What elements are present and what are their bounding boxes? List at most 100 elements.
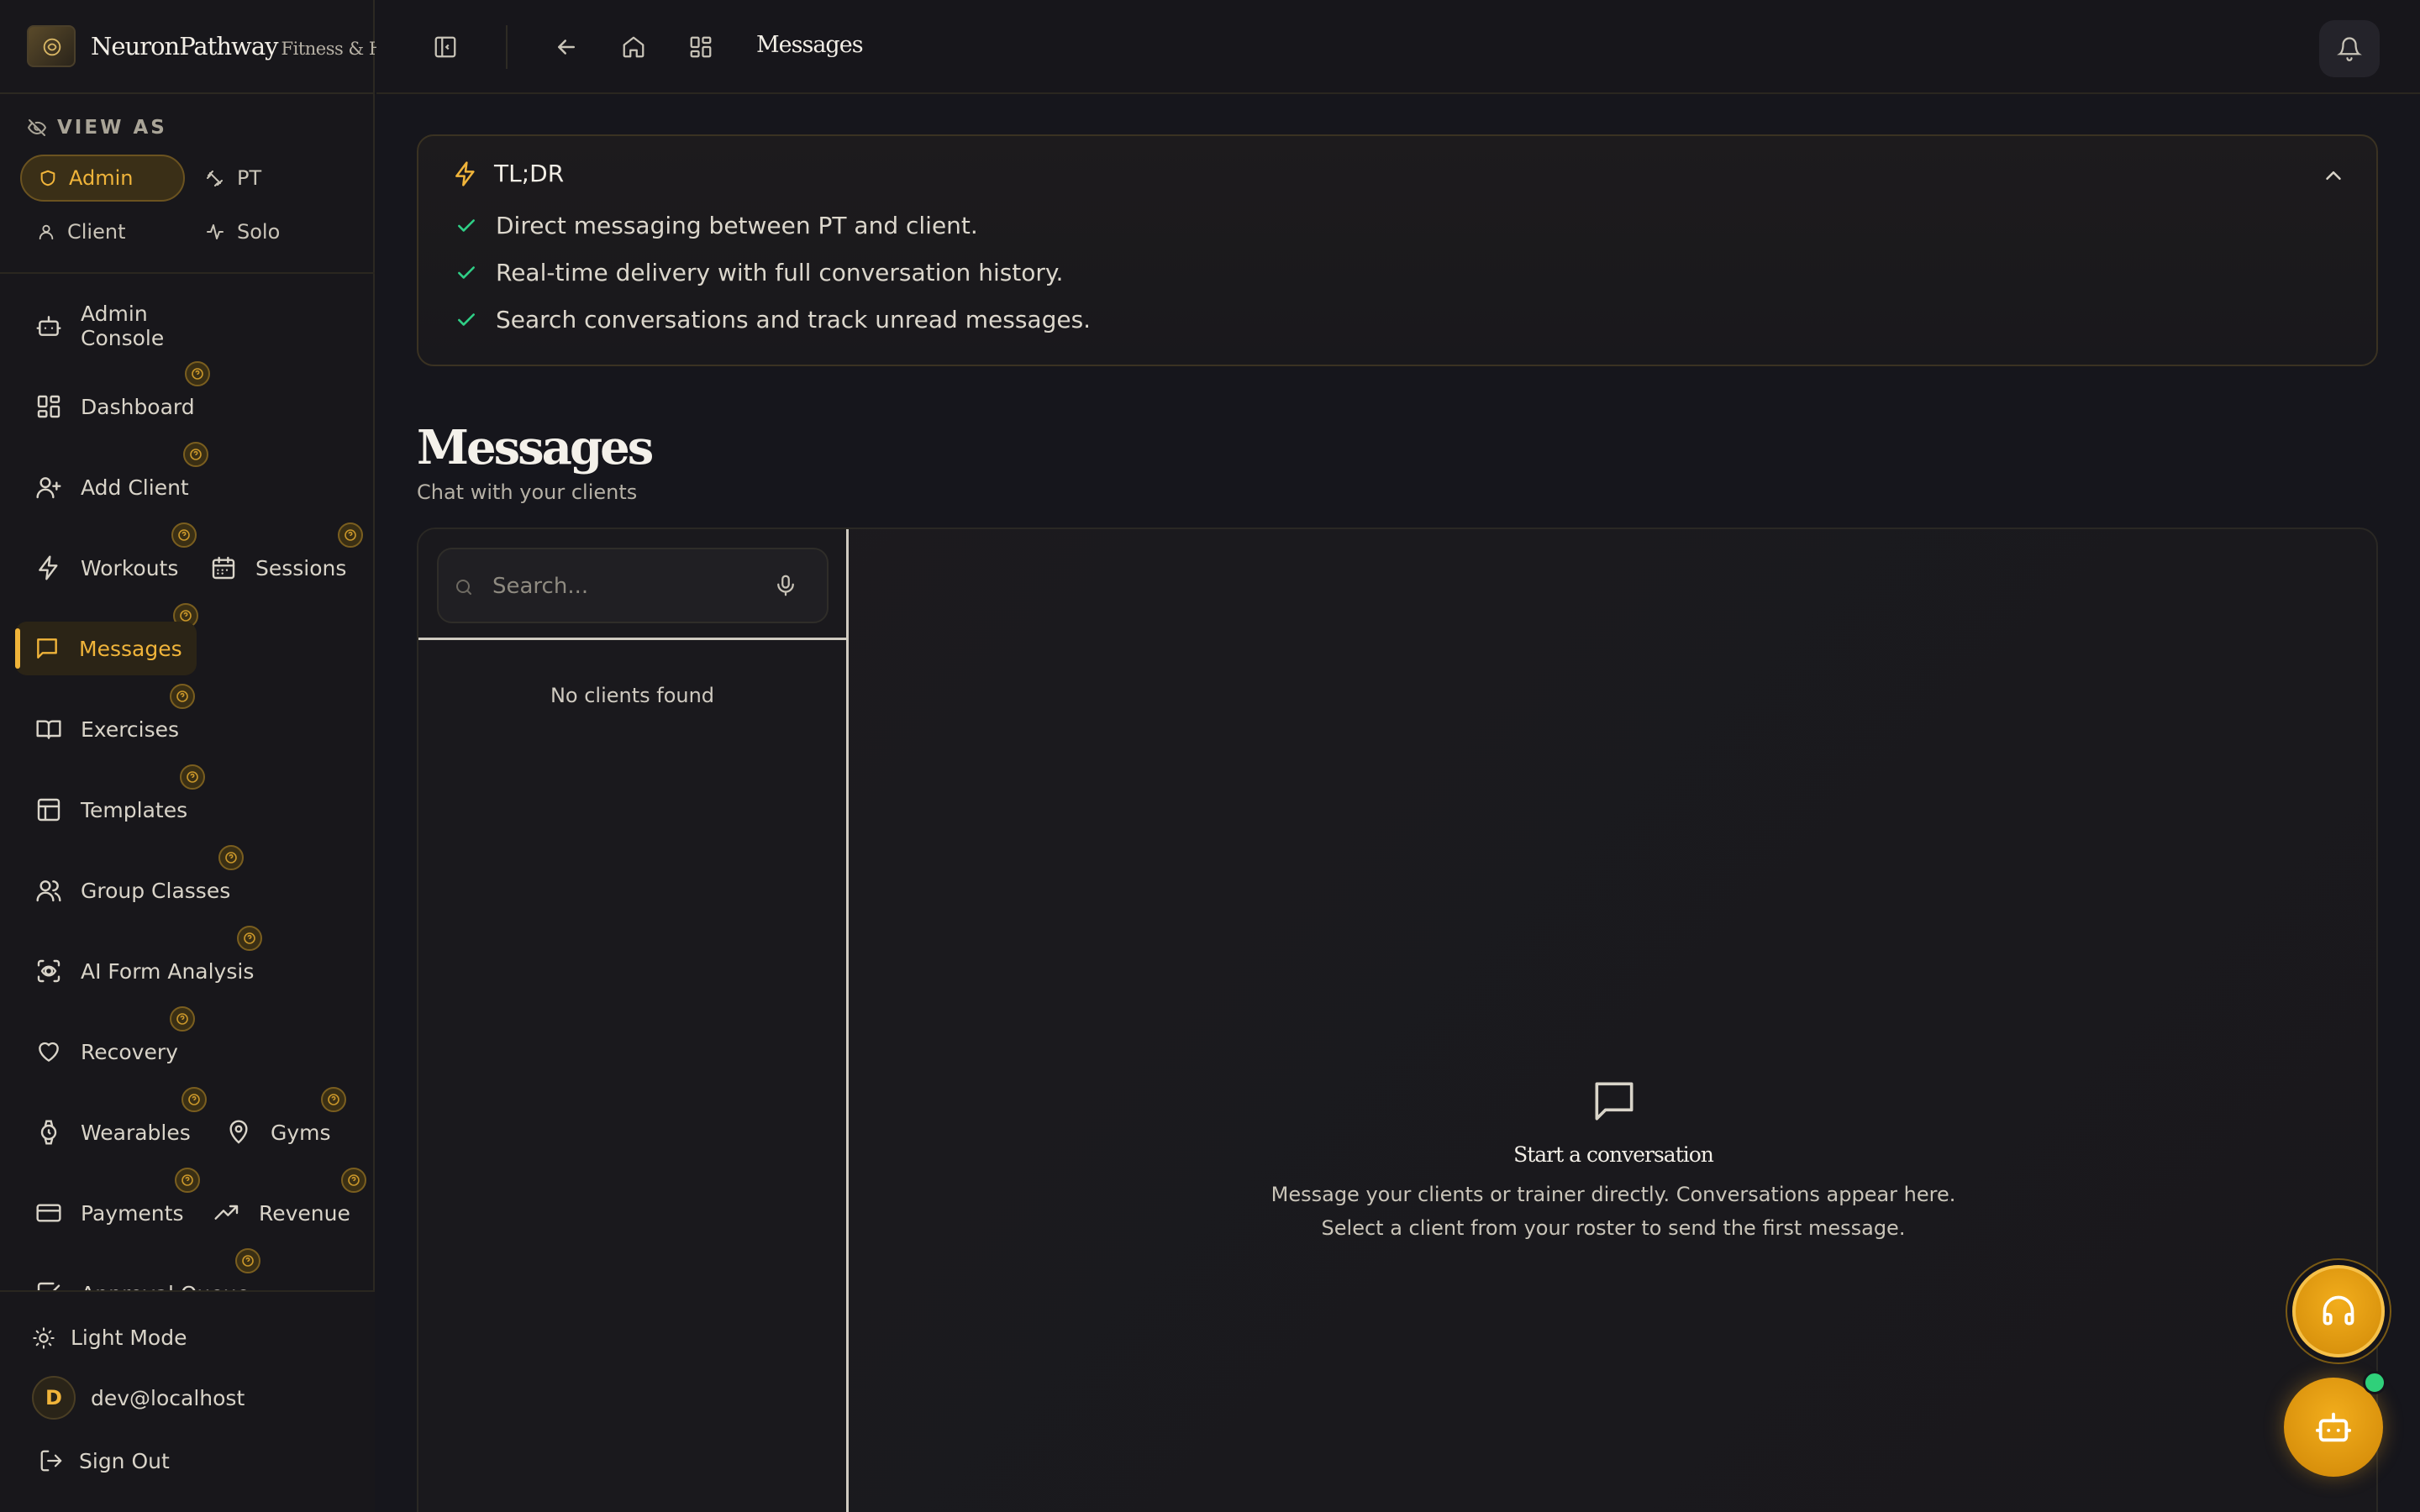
grid-icon <box>690 36 712 58</box>
watch-icon <box>40 1120 57 1145</box>
user-plus-icon <box>36 477 61 499</box>
role-solo-label: Solo <box>237 220 281 244</box>
sign-out-label: Sign Out <box>79 1448 170 1473</box>
theme-toggle-button[interactable]: Light Mode <box>32 1326 187 1350</box>
eye-off-icon <box>27 119 47 136</box>
tldr-item: Direct messaging between PT and client. <box>455 212 978 239</box>
scan-eye-icon <box>37 959 60 983</box>
user-email: dev@localhost <box>91 1385 245 1410</box>
no-clients-text: No clients found <box>550 684 715 707</box>
messages-panel: No clients found Start a conversation Me… <box>417 528 2378 1512</box>
home-icon <box>623 36 644 58</box>
bolt-icon <box>455 160 475 186</box>
check-icon <box>458 312 475 326</box>
sidebar-item-label: Revenue <box>259 1200 350 1226</box>
bolt-icon <box>39 555 58 580</box>
users-icon <box>36 880 61 902</box>
home-button[interactable] <box>617 30 650 64</box>
bot-icon <box>36 316 61 336</box>
sidebar-item-label: Recovery <box>81 1039 178 1064</box>
sidebar-item-gyms[interactable]: Gyms <box>207 1105 358 1159</box>
sidebar-item-label: Dashboard <box>81 394 195 419</box>
credit-card-icon <box>36 1204 61 1222</box>
online-status-indicator <box>2363 1371 2386 1394</box>
sidebar-item-exercises[interactable]: Exercises <box>17 702 235 756</box>
tldr-item: Real-time delivery with full conversatio… <box>455 259 1063 286</box>
tldr-item: Search conversations and track unread me… <box>455 306 1091 333</box>
activity-icon <box>207 224 224 239</box>
layout-icon <box>37 798 60 822</box>
chevron-up-icon <box>2326 171 2341 180</box>
role-admin-button[interactable]: Admin <box>20 155 185 202</box>
sidebar-item-ai-form-analysis[interactable]: AI Form Analysis <box>17 944 286 998</box>
headphones-icon <box>2323 1295 2354 1326</box>
check-icon <box>458 265 475 279</box>
sidebar-item-label: Approval Queue <box>81 1282 250 1291</box>
sidebar-item-label: Sessions <box>255 555 347 580</box>
trending-up-icon <box>214 1205 239 1220</box>
book-icon <box>36 720 61 739</box>
tldr-item-text: Direct messaging between PT and client. <box>496 212 978 239</box>
user-icon <box>39 224 54 240</box>
back-button[interactable] <box>550 30 583 64</box>
apps-button[interactable] <box>684 30 718 64</box>
microphone-icon <box>777 575 794 596</box>
sidebar-item-approval-queue[interactable]: Approval Queue <box>17 1267 286 1290</box>
user-profile[interactable]: D dev@localhost <box>32 1376 245 1420</box>
check-square-icon <box>37 1282 60 1290</box>
search-input[interactable] <box>492 564 761 608</box>
search-icon <box>456 580 471 595</box>
view-as-text: VIEW AS <box>57 117 167 139</box>
sidebar-item-label: AI Form Analysis <box>81 958 255 984</box>
sidebar-item-templates[interactable]: Templates <box>17 783 235 837</box>
shield-icon <box>40 170 55 186</box>
role-client-button[interactable]: Client <box>20 208 185 255</box>
sidebar-item-dashboard[interactable]: Dashboard <box>17 380 235 433</box>
sidebar-item-revenue[interactable]: Revenue <box>195 1186 363 1240</box>
voice-search-button[interactable] <box>773 573 798 598</box>
sign-out-button[interactable]: Sign Out <box>39 1448 170 1473</box>
theme-toggle-label: Light Mode <box>71 1326 187 1350</box>
sidebar-footer: Light Mode D dev@localhost Sign Out <box>0 1290 375 1512</box>
collapse-button[interactable] <box>2321 163 2346 188</box>
sidebar-item-label: Exercises <box>81 717 180 742</box>
tldr-title: TL;DR <box>494 160 565 187</box>
sidebar-item-payments[interactable]: Payments <box>17 1186 202 1240</box>
role-client-label: Client <box>67 220 126 244</box>
sidebar-item-workouts[interactable]: Workouts <box>17 541 185 595</box>
brand-logo-icon <box>27 25 76 67</box>
support-button[interactable] <box>2292 1265 2385 1357</box>
role-pt-button[interactable]: PT <box>188 155 339 202</box>
sidebar-item-messages[interactable]: Messages <box>15 622 197 675</box>
sidebar-item-sessions[interactable]: Sessions <box>192 541 368 595</box>
client-list-header <box>418 529 846 640</box>
tldr-card: TL;DR Direct messaging between PT and cl… <box>417 134 2378 366</box>
brand-header[interactable]: NeuronPathway Fitness & Health <box>0 0 427 94</box>
breadcrumb: Messages <box>756 32 864 58</box>
brand-title: NeuronPathway <box>91 32 279 60</box>
sidebar-item-recovery[interactable]: Recovery <box>17 1025 235 1079</box>
top-bar: Messages <box>376 0 2420 94</box>
empty-client-list: No clients found <box>418 684 846 707</box>
tldr-header[interactable]: TL;DR <box>452 160 564 187</box>
search-box[interactable] <box>437 548 829 623</box>
panel-left-icon <box>434 36 456 58</box>
sidebar-item-group-classes[interactable]: Group Classes <box>17 864 269 917</box>
sidebar-item-add-client[interactable]: Add Client <box>17 460 235 514</box>
sidebar-item-label: Messages <box>79 636 182 661</box>
role-solo-button[interactable]: Solo <box>188 208 339 255</box>
map-pin-icon <box>229 1120 248 1144</box>
message-icon <box>37 638 57 659</box>
toggle-sidebar-button[interactable] <box>429 30 462 64</box>
tldr-item-text: Real-time delivery with full conversatio… <box>496 259 1064 286</box>
notifications-button[interactable] <box>2319 20 2380 77</box>
sidebar-item-label: Gyms <box>271 1120 331 1145</box>
sidebar-item-wearables[interactable]: Wearables <box>17 1105 202 1159</box>
page-subtitle: Chat with your clients <box>417 480 638 504</box>
sidebar-item-label: Group Classes <box>81 878 231 903</box>
sidebar-item-label: Templates <box>81 797 188 822</box>
view-as-label: VIEW AS <box>27 114 167 141</box>
sidebar-item-admin-console[interactable]: Admin Console <box>17 299 235 353</box>
sidebar-nav: Admin Console Dashboard Add Client Worko… <box>0 274 375 1290</box>
check-icon <box>458 218 475 232</box>
